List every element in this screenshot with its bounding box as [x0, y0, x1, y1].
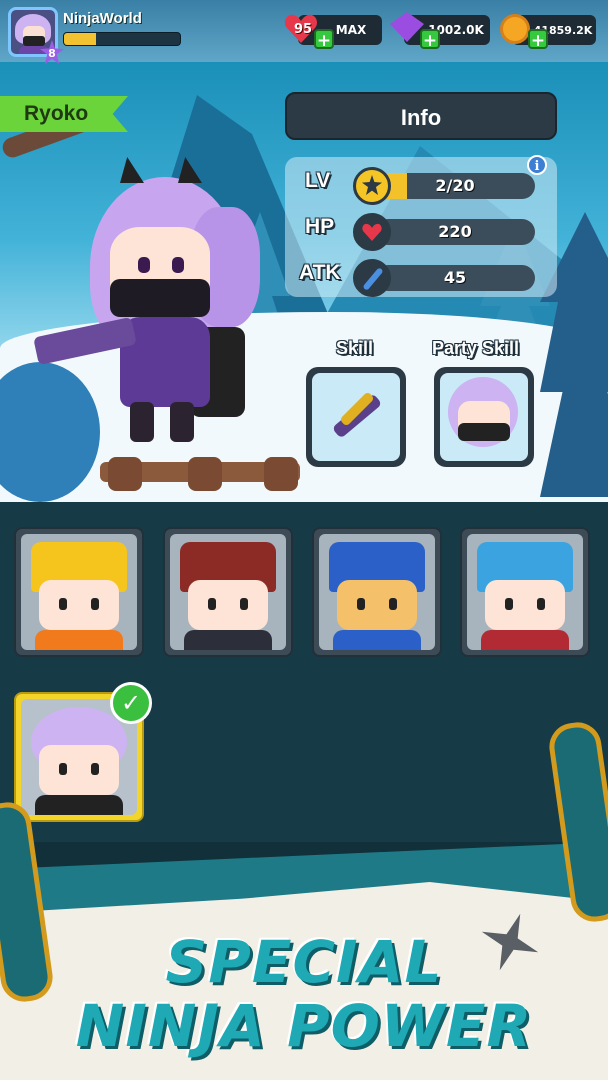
hero-eye — [172, 257, 184, 273]
stats-panel: i LV 2/20 HP 220 ATK 45 — [285, 155, 557, 297]
banner-headline-1: SPECIAL — [165, 928, 443, 996]
xp-bar — [63, 32, 181, 46]
portrait-eye — [59, 598, 67, 610]
roster-card[interactable] — [312, 527, 442, 657]
party-skill-bg — [440, 373, 528, 461]
portrait-face — [337, 580, 417, 630]
skill-icon-bg — [312, 373, 400, 461]
hero-leg — [170, 402, 194, 442]
energy-value: 95 — [293, 22, 313, 37]
fence-post — [108, 457, 142, 491]
roster-portrait — [319, 534, 435, 650]
energy-counter[interactable]: 95 MAX + — [298, 15, 382, 51]
player-name: NinjaWorld — [63, 10, 142, 27]
gem-icon — [390, 12, 424, 42]
portrait-face — [188, 580, 268, 630]
portrait-eye — [91, 763, 99, 775]
character-scene: Ryoko Info i LV 2/20 HP 220 ATK 45 Skill… — [0, 62, 608, 502]
add-energy-button[interactable]: + — [314, 29, 334, 51]
avatar-mask — [23, 36, 45, 46]
portrait-body — [481, 630, 569, 650]
hero-eye — [138, 257, 150, 273]
portrait-eye — [505, 598, 513, 610]
skill-slot[interactable] — [306, 367, 406, 467]
stat-row-level: LV 2/20 — [285, 165, 557, 205]
stat-label: HP — [305, 215, 335, 238]
portrait-face — [39, 745, 119, 795]
portrait-eye — [389, 598, 397, 610]
hero-ear — [178, 157, 202, 183]
top-bar: 8 NinjaWorld 95 MAX + 1002.0K + 41859.2K… — [0, 0, 608, 64]
stat-row-hp: HP 220 — [285, 211, 557, 251]
portrait-body — [35, 795, 123, 815]
hero-ear — [120, 157, 144, 183]
portrait-face — [39, 580, 119, 630]
fence-post — [188, 457, 222, 491]
character-name-tag: Ryoko — [0, 96, 128, 132]
portrait-body — [333, 630, 421, 650]
party-skill-slot[interactable] — [434, 367, 534, 467]
heart-icon — [353, 213, 391, 251]
portrait-body — [35, 630, 123, 650]
sword-icon — [353, 259, 391, 297]
portrait-eye — [59, 763, 67, 775]
roster-card[interactable] — [460, 527, 590, 657]
roster-card[interactable] — [14, 527, 144, 657]
fence-post — [264, 457, 298, 491]
portrait-eye — [240, 598, 248, 610]
hero-mask — [110, 279, 210, 317]
stat-label: ATK — [299, 261, 341, 284]
add-coins-button[interactable]: + — [528, 29, 548, 51]
portrait-eye — [208, 598, 216, 610]
portrait-eye — [91, 598, 99, 610]
character-portrait — [33, 157, 260, 457]
coin-counter[interactable]: 41859.2K + — [500, 14, 596, 51]
stat-value: 45 — [443, 268, 467, 287]
banner-headline-2: NINJA POWER — [75, 992, 533, 1060]
stat-value: 220 — [438, 222, 472, 241]
hero-leg — [130, 402, 154, 442]
info-title: Info — [285, 92, 557, 140]
xp-fill — [64, 33, 97, 45]
stat-label: LV — [305, 169, 331, 192]
party-skill-label: Party Skill — [432, 338, 520, 358]
add-gems-button[interactable]: + — [420, 29, 440, 51]
coin-icon — [500, 14, 530, 44]
promo-banner: SPECIAL NINJA POWER — [0, 719, 608, 1080]
roster-card[interactable] — [163, 527, 293, 657]
character-roster: ✓ — [0, 502, 608, 842]
skill-label: Skill — [336, 338, 374, 358]
selected-check-icon: ✓ — [110, 682, 152, 724]
stat-row-atk: ATK 45 — [285, 257, 557, 297]
star-icon — [353, 167, 391, 205]
portrait-face — [485, 580, 565, 630]
portrait-eye — [357, 598, 365, 610]
roster-portrait — [170, 534, 286, 650]
mini-mask — [458, 423, 510, 441]
roster-portrait — [21, 534, 137, 650]
gem-counter[interactable]: 1002.0K + — [390, 12, 490, 51]
stat-value: 2/20 — [435, 176, 475, 195]
roster-portrait — [467, 534, 583, 650]
portrait-eye — [537, 598, 545, 610]
portrait-body — [184, 630, 272, 650]
